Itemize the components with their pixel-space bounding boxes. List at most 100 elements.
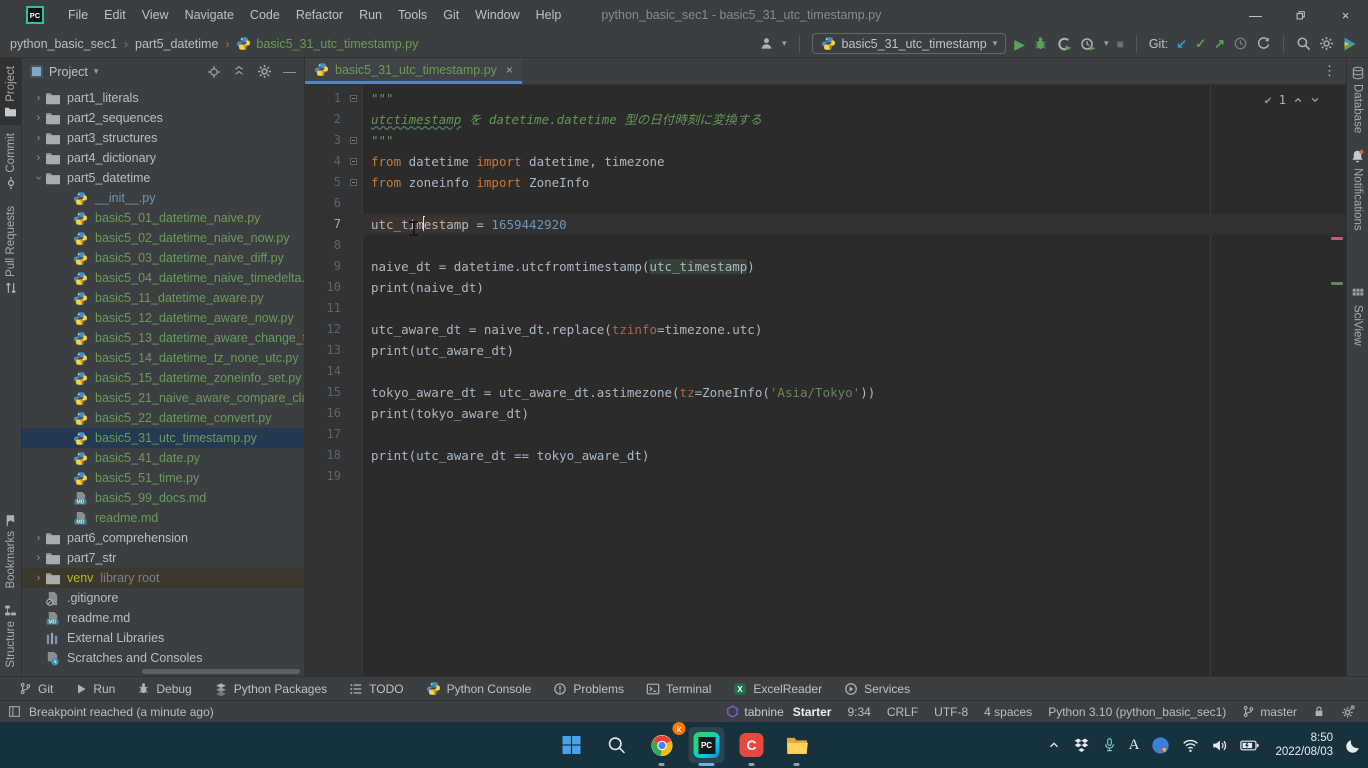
history-button[interactable] — [1233, 36, 1248, 51]
prev-problem-icon[interactable] — [1293, 95, 1303, 105]
code-line-2[interactable]: 2utctimestamp を datetime.datetime 型の日付時刻… — [305, 109, 1346, 130]
hide-panel-icon[interactable]: — — [283, 65, 296, 78]
tree-chevron-icon[interactable]: › — [32, 92, 45, 104]
tree-chevron-icon[interactable]: › — [32, 532, 45, 544]
stripe-item-sciview[interactable]: SciView — [1347, 279, 1368, 354]
select-opened-file-icon[interactable] — [207, 65, 221, 79]
menu-window[interactable]: Window — [467, 0, 527, 30]
toolwindow-button-terminal[interactable]: Terminal — [635, 677, 722, 700]
error-stripe-mark-pink[interactable] — [1331, 237, 1343, 240]
stripe-item-structure[interactable]: Structure — [0, 596, 21, 676]
toolwindow-button-python-console[interactable]: Python Console — [415, 677, 543, 700]
file-explorer-icon[interactable] — [779, 727, 815, 763]
code-line-1[interactable]: 1""" — [305, 88, 1346, 109]
code-line-9[interactable]: 9naive_dt = datetime.utcfromtimestamp(ut… — [305, 256, 1346, 277]
code-line-12[interactable]: 12utc_aware_dt = naive_dt.replace(tzinfo… — [305, 319, 1346, 340]
editor-options-icon[interactable]: ⋮ — [1313, 58, 1346, 84]
pycharm-logo-icon[interactable]: PC — [26, 6, 44, 24]
taskbar-clock[interactable]: 8:50 2022/08/03 — [1275, 731, 1333, 759]
code-line-3[interactable]: 3""" — [305, 130, 1346, 151]
tree-item-part7-str[interactable]: ›part7_str — [22, 548, 304, 568]
fold-marker-icon[interactable] — [350, 179, 357, 186]
code-line-17[interactable]: 17 — [305, 424, 1346, 445]
tree-item-basic5-01-datetime-naive-py[interactable]: basic5_01_datetime_naive.py — [22, 208, 304, 228]
toolwindow-button-debug[interactable]: Debug — [126, 677, 202, 700]
code-line-13[interactable]: 13print(utc_aware_dt) — [305, 340, 1346, 361]
menu-git[interactable]: Git — [435, 0, 467, 30]
code-line-16[interactable]: 16print(tokyo_aware_dt) — [305, 403, 1346, 424]
code-line-11[interactable]: 11 — [305, 298, 1346, 319]
line-number-9[interactable]: 9 — [305, 256, 363, 277]
fold-marker-icon[interactable] — [350, 95, 357, 102]
stop-button[interactable]: ■ — [1117, 38, 1124, 50]
rollback-button[interactable] — [1256, 36, 1271, 51]
maximize-icon[interactable] — [1278, 0, 1323, 30]
profiler-button[interactable] — [1080, 36, 1096, 52]
line-number-18[interactable]: 18 — [305, 445, 363, 466]
tray-expand-icon[interactable] — [1047, 738, 1061, 752]
tree-item-basic5-41-date-py[interactable]: basic5_41_date.py — [22, 448, 304, 468]
tree-horizontal-scrollbar[interactable] — [142, 669, 300, 674]
commit-button[interactable]: ✓ — [1195, 37, 1206, 50]
toolwindow-button-git[interactable]: Git — [8, 677, 64, 700]
tree-item-part1-literals[interactable]: ›part1_literals — [22, 88, 304, 108]
chevron-down-icon[interactable]: ▾ — [1104, 38, 1109, 49]
tree-chevron-icon[interactable]: › — [32, 132, 45, 144]
menu-edit[interactable]: Edit — [96, 0, 134, 30]
code-line-8[interactable]: 8 — [305, 235, 1346, 256]
tab-basic5-31-utc-timestamp[interactable]: basic5_31_utc_timestamp.py × — [305, 58, 522, 84]
line-separator[interactable]: CRLF — [887, 705, 918, 719]
tree-item-readme-md-21[interactable]: MDreadme.md — [22, 508, 304, 528]
chevron-down-icon[interactable]: ▾ — [782, 38, 787, 49]
tree-item-external-libraries[interactable]: External Libraries — [22, 628, 304, 648]
cortana-icon[interactable] — [1151, 736, 1170, 755]
line-number-14[interactable]: 14 — [305, 361, 363, 382]
code-line-7[interactable]: 7utc_timestamp = 1659442920 — [305, 214, 1346, 235]
code-line-14[interactable]: 14 — [305, 361, 1346, 382]
tree-item-basic5-15-datetime-zoneinfo-set-py[interactable]: basic5_15_datetime_zoneinfo_set.py — [22, 368, 304, 388]
tree-chevron-icon[interactable]: › — [32, 552, 45, 564]
menu-tools[interactable]: Tools — [390, 0, 435, 30]
breadcrumb-package[interactable]: part5_datetime — [135, 37, 218, 51]
battery-icon[interactable] — [1240, 739, 1259, 752]
tree-item-part6-comprehension[interactable]: ›part6_comprehension — [22, 528, 304, 548]
line-number-13[interactable]: 13 — [305, 340, 363, 361]
push-button[interactable]: ↗ — [1214, 37, 1225, 50]
menu-view[interactable]: View — [134, 0, 177, 30]
tree-item-basic5-14-datetime-tz-none-utc-py[interactable]: basic5_14_datetime_tz_none_utc.py — [22, 348, 304, 368]
search-everywhere-icon[interactable] — [1296, 36, 1311, 51]
tree-item-basic5-31-utc-timestamp-py[interactable]: basic5_31_utc_timestamp.py — [22, 428, 304, 448]
tree-item-init-py[interactable]: __init__.py — [22, 188, 304, 208]
taskbar-search-icon[interactable] — [599, 727, 635, 763]
tree-item-basic5-51-time-py[interactable]: basic5_51_time.py — [22, 468, 304, 488]
run-button[interactable]: ▶ — [1014, 37, 1025, 51]
python-interpreter[interactable]: Python 3.10 (python_basic_sec1) — [1048, 705, 1226, 719]
lock-icon[interactable] — [1313, 705, 1325, 718]
code-line-5[interactable]: 5from zoneinfo import ZoneInfo — [305, 172, 1346, 193]
stripe-item-project[interactable]: Project — [0, 58, 21, 125]
tree-item-basic5-21-naive-aware-compare-class-py[interactable]: basic5_21_naive_aware_compare_class.py — [22, 388, 304, 408]
pycharm-taskbar-icon[interactable]: PC — [689, 727, 725, 763]
line-number-19[interactable]: 19 — [305, 466, 363, 487]
run-with-coverage-button[interactable] — [1056, 36, 1072, 52]
line-number-15[interactable]: 15 — [305, 382, 363, 403]
line-number-7[interactable]: 7 — [305, 214, 363, 235]
tree-item-part5-datetime[interactable]: ›part5_datetime — [22, 168, 304, 188]
line-number-12[interactable]: 12 — [305, 319, 363, 340]
line-number-10[interactable]: 10 — [305, 277, 363, 298]
line-number-8[interactable]: 8 — [305, 235, 363, 256]
focus-assist-moon-icon[interactable] — [1345, 737, 1362, 754]
tree-chevron-icon[interactable]: › — [33, 172, 45, 185]
line-number-16[interactable]: 16 — [305, 403, 363, 424]
dropbox-icon[interactable] — [1073, 737, 1090, 754]
microphone-icon[interactable] — [1102, 737, 1117, 753]
tree-item-gitignore[interactable]: .gitignore — [22, 588, 304, 608]
tab-close-icon[interactable]: × — [506, 63, 513, 77]
code-line-19[interactable]: 19 — [305, 466, 1346, 487]
menu-help[interactable]: Help — [528, 0, 570, 30]
code-line-18[interactable]: 18print(utc_aware_dt == tokyo_aware_dt) — [305, 445, 1346, 466]
code-line-6[interactable]: 6 — [305, 193, 1346, 214]
tree-item-readme-md-26[interactable]: MDreadme.md — [22, 608, 304, 628]
tree-chevron-icon[interactable]: › — [32, 152, 45, 164]
tree-item-scratches-and-consoles[interactable]: Scratches and Consoles — [22, 648, 304, 668]
